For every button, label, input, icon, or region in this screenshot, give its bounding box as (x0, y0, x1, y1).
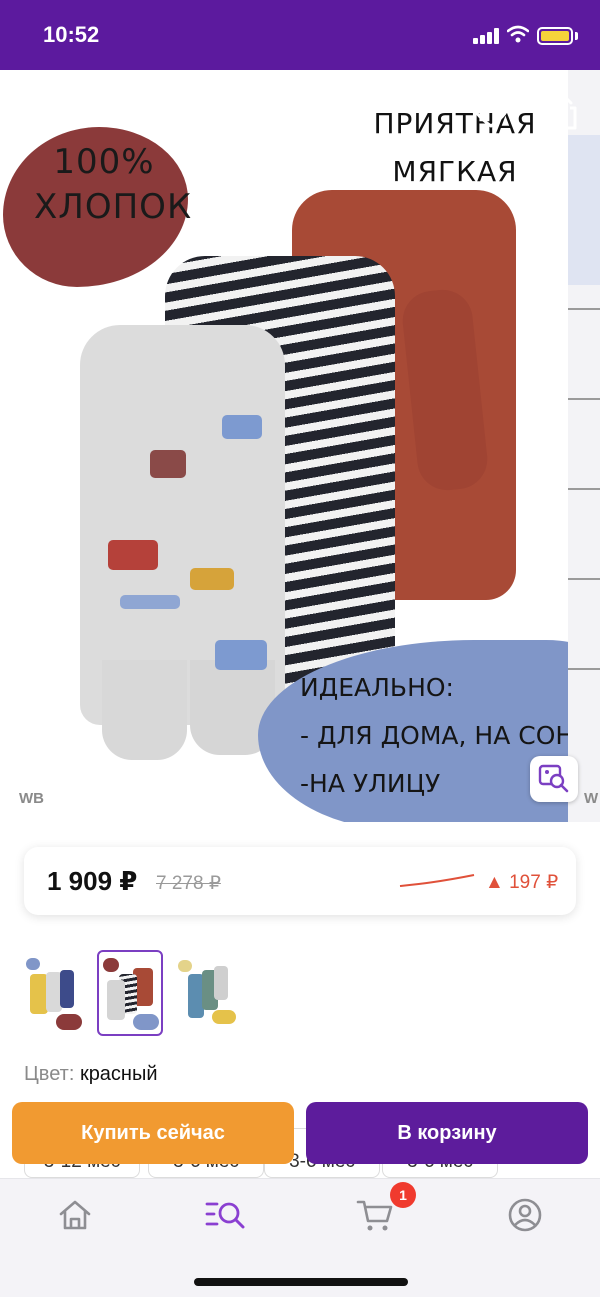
battery-cap (575, 32, 578, 40)
status-bar: 10:52 (0, 0, 600, 70)
cart-icon (356, 1200, 393, 1231)
watermark-logo: WB (19, 790, 44, 807)
usage-line-2: - ДЛЯ ДОМА, НА СОН (300, 721, 568, 750)
thumbnail-3[interactable] (174, 950, 240, 1036)
next-watermark: W (584, 790, 599, 807)
thumb-shape (60, 970, 74, 1008)
tab-search[interactable] (203, 1195, 247, 1235)
usage-line-1: ИДЕАЛЬНО: (300, 673, 454, 702)
thumb-shape (214, 966, 228, 1000)
print-car (150, 450, 186, 478)
price-change: ▲ 197 ₽ (485, 872, 559, 893)
back-icon[interactable] (18, 92, 54, 132)
print-tram (215, 640, 267, 670)
thumb-shape (107, 980, 125, 1020)
peek-line (568, 578, 600, 580)
peek-panel (568, 135, 600, 285)
battery-icon (537, 27, 573, 45)
color-label: Цвет: (24, 1063, 75, 1085)
wifi-icon (507, 25, 529, 43)
peek-line (568, 488, 600, 490)
favorite-heart-icon[interactable] (470, 92, 512, 132)
usage-text: ИДЕАЛЬНО: - ДЛЯ ДОМА, НА СОН -НА УЛИЦУ (300, 664, 568, 808)
price-trend-icon (399, 874, 475, 887)
color-row: Цвет: красный (24, 1063, 158, 1086)
thumb-shape (133, 1014, 159, 1030)
signal-icon (473, 28, 501, 44)
peek-line (568, 668, 600, 670)
product-photo[interactable]: 100% ХЛОПОК ПРИЯТНАЯ МЯГКАЯ ТКАНЬ ИДЕАЛЬ… (0, 70, 568, 822)
next-photo-peek[interactable]: W (568, 70, 600, 822)
cart-count-badge: 1 (390, 1182, 416, 1208)
peek-line (568, 308, 600, 310)
status-time: 10:52 (43, 22, 100, 47)
thumb-shape (26, 958, 40, 970)
thumb-shape (56, 1014, 82, 1030)
gray-bodysuit-leg-left (102, 660, 187, 760)
color-value: красный (79, 1063, 158, 1085)
home-indicator[interactable] (194, 1278, 408, 1286)
tab-profile[interactable] (503, 1195, 547, 1235)
tab-cart[interactable] (353, 1195, 397, 1235)
profile-icon (508, 1198, 542, 1232)
print-plane (120, 595, 180, 609)
add-to-cart-button[interactable]: В корзину (306, 1102, 588, 1164)
thumbnail-2[interactable] (97, 950, 163, 1036)
thumb-shape (103, 958, 119, 972)
thumb-shape (212, 1010, 236, 1024)
home-icon (59, 1200, 91, 1230)
peek-line (568, 398, 600, 400)
image-search-icon[interactable] (530, 756, 578, 802)
tab-home[interactable] (53, 1195, 97, 1235)
buy-now-button[interactable]: Купить сейчас (12, 1102, 294, 1164)
search-icon (205, 1202, 245, 1229)
thumb-shape (178, 960, 192, 972)
product-gallery[interactable]: 100% ХЛОПОК ПРИЯТНАЯ МЯГКАЯ ТКАНЬ ИДЕАЛЬ… (0, 70, 600, 822)
thumbnail-1[interactable] (20, 950, 86, 1036)
share-icon[interactable] (545, 90, 583, 134)
print-bus (108, 540, 158, 570)
usage-line-3: -НА УЛИЦУ (300, 769, 441, 798)
print-tram-2 (222, 415, 262, 439)
current-price: 1 909 ₽ (47, 866, 138, 896)
price-card[interactable]: 1 909 ₽ 7 278 ₽ ▲ 197 ₽ (24, 847, 576, 915)
old-price: 7 278 ₽ (156, 873, 221, 894)
print-taxi (190, 568, 234, 590)
cotton-badge-text: 100% ХЛОПОК (34, 142, 193, 227)
